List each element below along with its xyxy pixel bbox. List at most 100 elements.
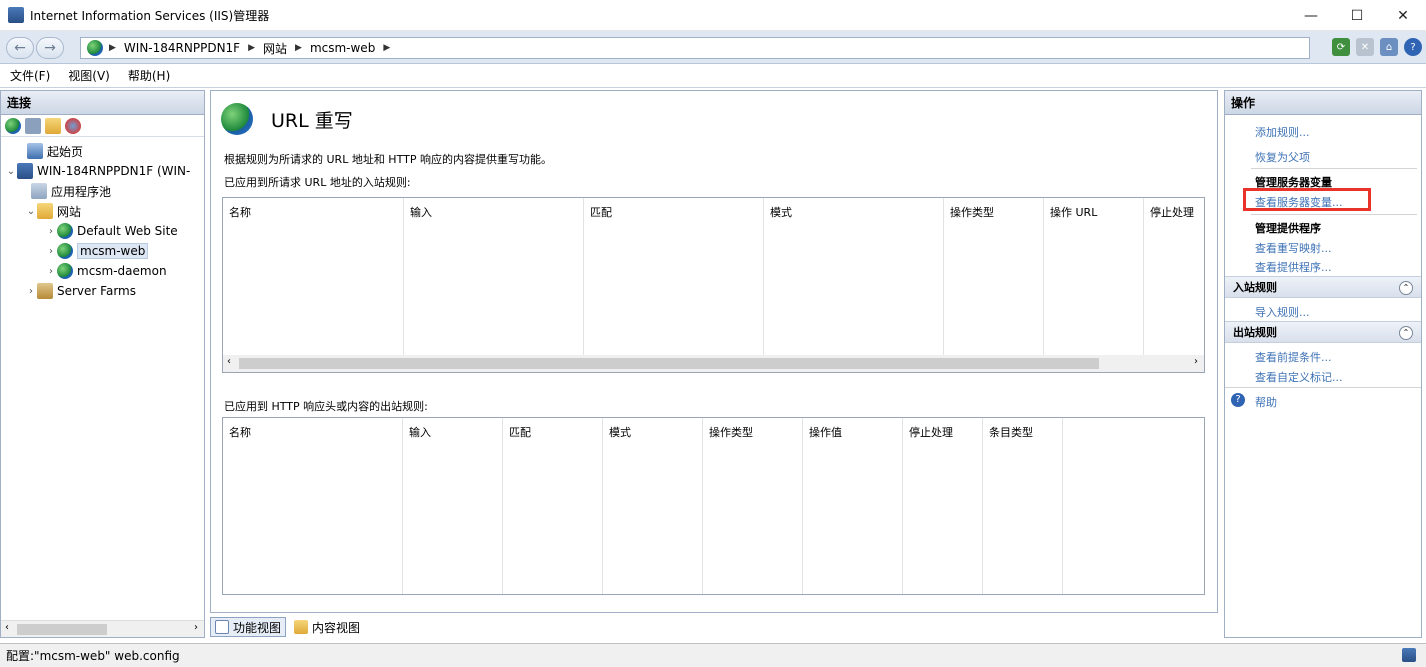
actions-header: 操作 [1225, 91, 1421, 115]
chevron-right-icon[interactable]: › [45, 246, 57, 257]
import-rules-link[interactable]: 导入规则... [1255, 304, 1310, 320]
connections-toolbar [1, 115, 204, 137]
window-title: Internet Information Services (IIS)管理器 [30, 8, 270, 23]
connections-panel: 连接 起始页 ⌄ WIN-184RNPPDN1F (WIN- 应用程序池 ⌄ 网… [0, 90, 205, 638]
tab-content-view[interactable]: 内容视图 [290, 617, 364, 637]
tab-feature-view[interactable]: 功能视图 [210, 617, 287, 637]
add-rule-link[interactable]: 添加规则... [1255, 124, 1310, 140]
connections-tree: 起始页 ⌄ WIN-184RNPPDN1F (WIN- 应用程序池 ⌄ 网站 ›… [1, 137, 204, 301]
inbound-rules-section[interactable]: 入站规则 ⌃ [1225, 276, 1421, 298]
column-header-name[interactable]: 名称 [223, 418, 403, 594]
tree-item-server-farms[interactable]: › Server Farms [1, 281, 204, 301]
breadcrumb-item-sites[interactable]: 网站 [263, 40, 287, 57]
scroll-right-icon[interactable]: › [194, 622, 198, 633]
scroll-left-icon[interactable]: ‹ [227, 356, 231, 367]
back-button[interactable]: ← [6, 37, 34, 59]
globe-icon [57, 263, 73, 279]
menu-view[interactable]: 视图(V) [68, 67, 110, 84]
breadcrumb-item-mcsm-web[interactable]: mcsm-web [310, 41, 375, 55]
scroll-left-icon[interactable]: ‹ [5, 622, 9, 633]
actions-divider [1225, 387, 1421, 388]
disconnect-icon[interactable] [65, 117, 81, 134]
tree-item-mcsm-web[interactable]: › mcsm-web [1, 241, 204, 261]
breadcrumb-separator-icon[interactable]: ▶ [383, 43, 390, 53]
help-icon[interactable]: ? [1404, 38, 1422, 56]
connections-horizontal-scrollbar[interactable]: ‹ › [1, 620, 204, 637]
collapse-icon[interactable]: ⌃ [1399, 326, 1413, 340]
scrollbar-thumb[interactable] [17, 624, 107, 635]
page-description: 根据规则为所请求的 URL 地址和 HTTP 响应的内容提供重写功能。 [224, 153, 552, 166]
column-header-pattern[interactable]: 模式 [764, 198, 944, 372]
tree-item-app-pools[interactable]: 应用程序池 [1, 181, 204, 201]
save-icon[interactable] [25, 117, 41, 134]
column-header-action-type[interactable]: 操作类型 [944, 198, 1044, 372]
column-header-match[interactable]: 匹配 [584, 198, 764, 372]
page-header: URL 重写 [221, 103, 353, 135]
breadcrumb[interactable]: ▶ WIN-184RNPPDN1F ▶ 网站 ▶ mcsm-web ▶ [80, 37, 1310, 59]
breadcrumb-separator-icon[interactable]: ▶ [248, 43, 255, 53]
column-header-action-value[interactable]: 操作值 [803, 418, 903, 594]
chevron-right-icon[interactable]: › [45, 226, 57, 237]
view-providers-link[interactable]: 查看提供程序... [1255, 259, 1332, 275]
chevron-down-icon[interactable]: ⌄ [25, 206, 37, 217]
breadcrumb-separator-icon[interactable]: ▶ [109, 43, 116, 53]
collapse-icon[interactable]: ⌃ [1399, 281, 1413, 295]
view-preconditions-link[interactable]: 查看前提条件... [1255, 349, 1332, 365]
help-icon: ? [1231, 393, 1245, 407]
column-header-action-type[interactable]: 操作类型 [703, 418, 803, 594]
home-icon[interactable]: ⌂ [1380, 38, 1398, 56]
actions-divider [1251, 168, 1417, 169]
help-link[interactable]: 帮助 [1255, 394, 1277, 410]
window-controls: — ☐ ✕ [1288, 0, 1426, 31]
view-rewrite-maps-link[interactable]: 查看重写映射... [1255, 240, 1332, 256]
connect-icon[interactable] [5, 117, 21, 134]
url-rewrite-globe-icon [221, 103, 253, 135]
content-view-icon [294, 620, 309, 634]
server-farms-icon [37, 283, 53, 299]
globe-icon [57, 223, 73, 239]
tree-item-sites[interactable]: ⌄ 网站 [1, 201, 204, 221]
scroll-right-icon[interactable]: › [1194, 356, 1198, 367]
column-header-match[interactable]: 匹配 [503, 418, 603, 594]
up-folder-icon[interactable] [45, 117, 61, 134]
column-header-name[interactable]: 名称 [223, 198, 404, 372]
chevron-down-icon[interactable]: ⌄ [5, 166, 17, 177]
revert-to-parent-link[interactable]: 恢复为父项 [1255, 149, 1310, 165]
view-tabs: 功能视图 内容视图 [210, 616, 368, 638]
column-header-input[interactable]: 输入 [404, 198, 584, 372]
chevron-right-icon[interactable]: › [25, 286, 37, 297]
globe-icon [57, 243, 73, 259]
tree-item-default-web-site[interactable]: › Default Web Site [1, 221, 204, 241]
inbound-rules-grid[interactable]: 名称 输入 匹配 模式 操作类型 操作 URL 停止处理 ‹ › [222, 197, 1205, 373]
scrollbar-thumb[interactable] [239, 358, 1099, 369]
tree-item-start-page[interactable]: 起始页 [1, 141, 204, 161]
maximize-button[interactable]: ☐ [1334, 0, 1380, 31]
tree-item-server[interactable]: ⌄ WIN-184RNPPDN1F (WIN- [1, 161, 204, 181]
column-header-stop-processing[interactable]: 停止处理 [1144, 198, 1206, 372]
column-header-input[interactable]: 输入 [403, 418, 503, 594]
outbound-rules-grid[interactable]: 名称 输入 匹配 模式 操作类型 操作值 停止处理 条目类型 [222, 417, 1205, 595]
column-header-stop-processing[interactable]: 停止处理 [903, 418, 983, 594]
column-header-pattern[interactable]: 模式 [603, 418, 703, 594]
minimize-button[interactable]: — [1288, 0, 1334, 31]
stop-icon[interactable]: ✕ [1356, 38, 1374, 56]
breadcrumb-separator-icon[interactable]: ▶ [295, 43, 302, 53]
actions-divider [1251, 214, 1417, 215]
menu-help[interactable]: 帮助(H) [128, 67, 170, 84]
inbound-rules-title: 已应用到所请求 URL 地址的入站规则: [224, 176, 411, 189]
view-custom-tags-link[interactable]: 查看自定义标记... [1255, 369, 1343, 385]
manage-providers-heading: 管理提供程序 [1255, 222, 1321, 235]
refresh-icon[interactable]: ⟳ [1332, 38, 1350, 56]
chevron-right-icon[interactable]: › [45, 266, 57, 277]
breadcrumb-item-server[interactable]: WIN-184RNPPDN1F [124, 41, 240, 55]
column-header-action-url[interactable]: 操作 URL [1044, 198, 1144, 372]
inbound-horizontal-scrollbar[interactable]: ‹ › [223, 355, 1204, 372]
forward-button[interactable]: → [36, 37, 64, 59]
server-status-icon [1402, 648, 1416, 662]
close-button[interactable]: ✕ [1380, 0, 1426, 31]
column-header-entry-type[interactable]: 条目类型 [983, 418, 1063, 594]
tree-item-mcsm-daemon[interactable]: › mcsm-daemon [1, 261, 204, 281]
menu-file[interactable]: 文件(F) [10, 67, 50, 84]
server-icon [17, 163, 33, 179]
outbound-rules-section[interactable]: 出站规则 ⌃ [1225, 321, 1421, 343]
